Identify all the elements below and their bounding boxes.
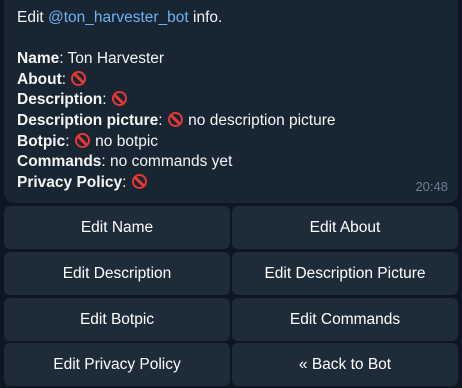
no-entry-icon: [71, 70, 87, 86]
edit-description-picture-button[interactable]: Edit Description Picture: [232, 252, 458, 295]
field-label: Botpic: [17, 132, 66, 150]
field-label: About: [17, 70, 62, 88]
edit-about-button[interactable]: Edit About: [232, 206, 458, 249]
no-entry-icon: [131, 173, 147, 189]
header-prefix: Edit: [17, 9, 49, 26]
field-value: :: [158, 111, 167, 129]
field-label: Description picture: [17, 111, 159, 129]
field-note: no description picture: [183, 111, 336, 129]
header-suffix: info.: [188, 9, 223, 26]
no-entry-icon: [111, 91, 127, 107]
edit-botpic-button[interactable]: Edit Botpic: [4, 298, 230, 341]
field-value: :: [102, 91, 111, 109]
edit-privacy-policy-button[interactable]: Edit Privacy Policy: [4, 343, 230, 386]
edit-commands-button[interactable]: Edit Commands: [232, 298, 458, 341]
no-entry-icon: [167, 111, 183, 127]
field-value: : Ton Harvester: [59, 50, 165, 68]
edit-description-button[interactable]: Edit Description: [4, 252, 230, 295]
field-description: Description:: [17, 90, 458, 111]
message-header: Edit @ton_harvester_bot info.: [17, 8, 458, 29]
field-botpic: Botpic: no botpic: [17, 132, 458, 153]
field-label: Privacy Policy: [17, 173, 123, 191]
field-value: :: [61, 70, 71, 88]
bot-message-bubble: Edit @ton_harvester_bot info. Name: Ton …: [4, 0, 458, 203]
no-entry-icon: [74, 132, 90, 148]
message-timestamp: 20:48: [415, 179, 448, 195]
field-value: : no commands yet: [101, 153, 233, 171]
edit-name-button[interactable]: Edit Name: [4, 206, 230, 249]
field-privacy-policy: Privacy Policy:: [17, 173, 458, 194]
back-to-bot-button[interactable]: « Back to Bot: [232, 343, 458, 386]
field-value: :: [122, 173, 131, 191]
field-name: Name: Ton Harvester: [17, 49, 458, 70]
field-label: Name: [17, 50, 60, 68]
field-label: Commands: [17, 153, 102, 171]
field-note: no botpic: [90, 132, 159, 150]
bot-mention-link[interactable]: @ton_harvester_bot: [48, 9, 189, 26]
field-description-picture: Description picture: no description pict…: [17, 111, 458, 132]
field-commands: Commands: no commands yet: [17, 152, 458, 173]
field-label: Description: [17, 91, 103, 109]
field-about: About:: [17, 70, 458, 91]
field-value: :: [65, 132, 74, 150]
